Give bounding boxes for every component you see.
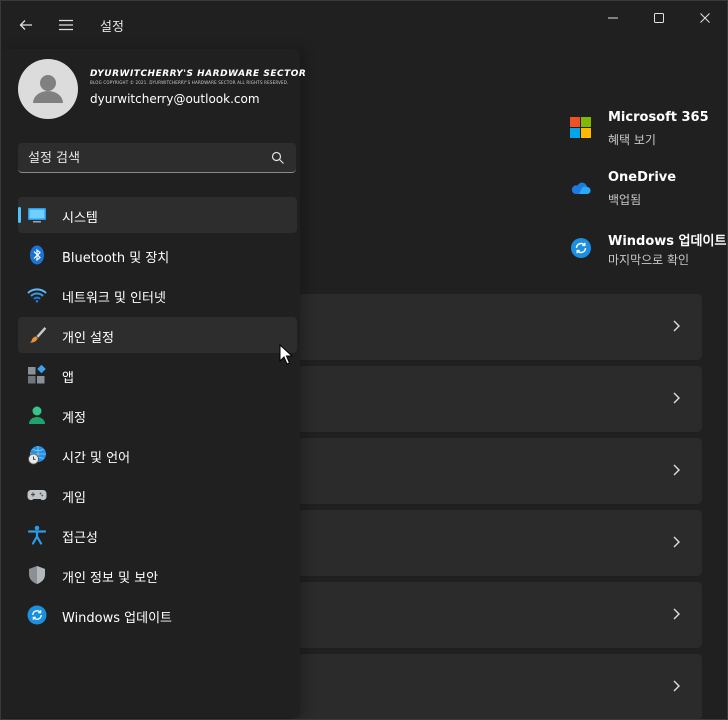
sidebar-item-time-language[interactable]: 시간 및 언어 bbox=[18, 437, 297, 473]
status-title: Windows 업데이트 bbox=[608, 234, 727, 249]
account-email: dyurwitcherry@outlook.com bbox=[90, 92, 260, 106]
minimize-button[interactable] bbox=[590, 1, 636, 35]
accessibility-icon bbox=[27, 525, 47, 545]
apps-icon bbox=[28, 365, 46, 384]
person-icon bbox=[29, 406, 45, 424]
search-box[interactable] bbox=[18, 143, 296, 173]
sidebar-nav: 시스템 Bluetooth 및 장치 네트워크 및 인터넷 개인 설정 앱 계정… bbox=[18, 197, 297, 637]
sidebar-item-label: 네트워크 및 인터넷 bbox=[62, 291, 166, 306]
sidebar-item-label: 시간 및 언어 bbox=[62, 451, 131, 466]
search-icon[interactable] bbox=[271, 151, 285, 165]
sidebar-item-apps[interactable]: 앱 bbox=[18, 357, 297, 393]
status-title: Microsoft 365 bbox=[608, 110, 709, 125]
wifi-icon bbox=[27, 288, 47, 303]
status-subtitle: 백업됨 bbox=[608, 193, 642, 207]
chevron-right-icon bbox=[673, 608, 680, 620]
selection-indicator bbox=[18, 207, 21, 223]
chevron-right-icon bbox=[673, 464, 680, 476]
status-subtitle: 마지막으로 확인 bbox=[608, 253, 690, 267]
sidebar-item-accessibility[interactable]: 접근성 bbox=[18, 517, 297, 553]
settings-card[interactable] bbox=[291, 582, 702, 648]
update-icon bbox=[27, 605, 47, 625]
sidebar-item-label: 접근성 bbox=[62, 531, 98, 546]
account-name: DYURWITCHERRY'S HARDWARE SECTOR bbox=[90, 69, 307, 79]
sidebar-item-bluetooth[interactable]: Bluetooth 및 장치 bbox=[18, 237, 297, 273]
close-icon bbox=[700, 13, 710, 23]
settings-card[interactable] bbox=[291, 294, 702, 360]
windows-update-status[interactable]: Windows 업데이트 마지막으로 확인 bbox=[566, 227, 727, 287]
sidebar-item-label: 계정 bbox=[62, 411, 86, 426]
back-arrow-icon bbox=[19, 20, 32, 30]
settings-card[interactable] bbox=[291, 438, 702, 504]
sidebar-item-gaming[interactable]: 게임 bbox=[18, 477, 297, 513]
chevron-right-icon bbox=[673, 680, 680, 692]
settings-card[interactable] bbox=[291, 510, 702, 576]
sidebar-item-windows-update[interactable]: Windows 업데이트 bbox=[18, 597, 297, 633]
sidebar-item-label: 게임 bbox=[62, 491, 86, 506]
sidebar-item-system[interactable]: 시스템 bbox=[18, 197, 297, 233]
back-button[interactable] bbox=[10, 9, 42, 41]
globe-clock-icon bbox=[28, 446, 46, 465]
status-subtitle: 혜택 보기 bbox=[608, 133, 656, 147]
sidebar-item-label: 개인 설정 bbox=[62, 331, 114, 346]
menu-button[interactable] bbox=[50, 9, 82, 41]
sidebar-item-label: 앱 bbox=[62, 371, 74, 386]
title-bar: 설정 bbox=[1, 1, 727, 49]
cloud-icon bbox=[571, 182, 591, 194]
sidebar-item-label: Bluetooth 및 장치 bbox=[62, 251, 170, 266]
brush-icon bbox=[30, 327, 47, 343]
settings-card[interactable] bbox=[291, 654, 702, 719]
hamburger-icon bbox=[59, 19, 73, 31]
account-subtitle: BLOG COPYRIGHT © 2021. DYURWITCHERRY'S H… bbox=[90, 80, 289, 85]
sidebar-item-personalization[interactable]: 개인 설정 bbox=[18, 317, 297, 353]
settings-window: 설정 Microsoft 365 혜택 보기 OneDrive 백업됨 Wind… bbox=[0, 0, 728, 720]
sidebar-item-label: 개인 정보 및 보안 bbox=[62, 571, 159, 586]
chevron-right-icon bbox=[673, 392, 680, 404]
microsoft-logo-icon bbox=[570, 117, 591, 138]
window-title: 설정 bbox=[100, 20, 124, 35]
chevron-right-icon bbox=[673, 536, 680, 548]
update-icon bbox=[571, 238, 591, 258]
mouse-cursor-icon bbox=[279, 344, 293, 365]
sidebar-item-network[interactable]: 네트워크 및 인터넷 bbox=[18, 277, 297, 313]
sidebar-item-label: 시스템 bbox=[62, 211, 98, 226]
maximize-button[interactable] bbox=[636, 1, 682, 35]
sidebar-item-privacy-security[interactable]: 개인 정보 및 보안 bbox=[18, 557, 297, 593]
close-button[interactable] bbox=[682, 1, 727, 35]
search-input[interactable] bbox=[28, 148, 258, 168]
maximize-icon bbox=[654, 13, 664, 23]
bluetooth-icon bbox=[30, 245, 44, 265]
settings-card[interactable] bbox=[291, 366, 702, 432]
sidebar-item-accounts[interactable]: 계정 bbox=[18, 397, 297, 433]
shield-icon bbox=[29, 566, 45, 584]
gamepad-icon bbox=[27, 490, 47, 501]
microsoft365-status[interactable]: Microsoft 365 혜택 보기 bbox=[566, 107, 727, 167]
navigation-pane: DYURWITCHERRY'S HARDWARE SECTOR BLOG COP… bbox=[1, 49, 306, 718]
account-status-list: Microsoft 365 혜택 보기 OneDrive 백업됨 Windows… bbox=[566, 107, 727, 287]
chevron-right-icon bbox=[673, 320, 680, 332]
system-icon bbox=[28, 208, 46, 223]
sidebar-item-label: Windows 업데이트 bbox=[62, 611, 173, 626]
onedrive-status[interactable]: OneDrive 백업됨 bbox=[566, 167, 727, 227]
user-silhouette-icon bbox=[33, 75, 63, 103]
status-title: OneDrive bbox=[608, 170, 677, 185]
avatar[interactable] bbox=[18, 59, 78, 119]
minimize-icon bbox=[608, 17, 618, 19]
